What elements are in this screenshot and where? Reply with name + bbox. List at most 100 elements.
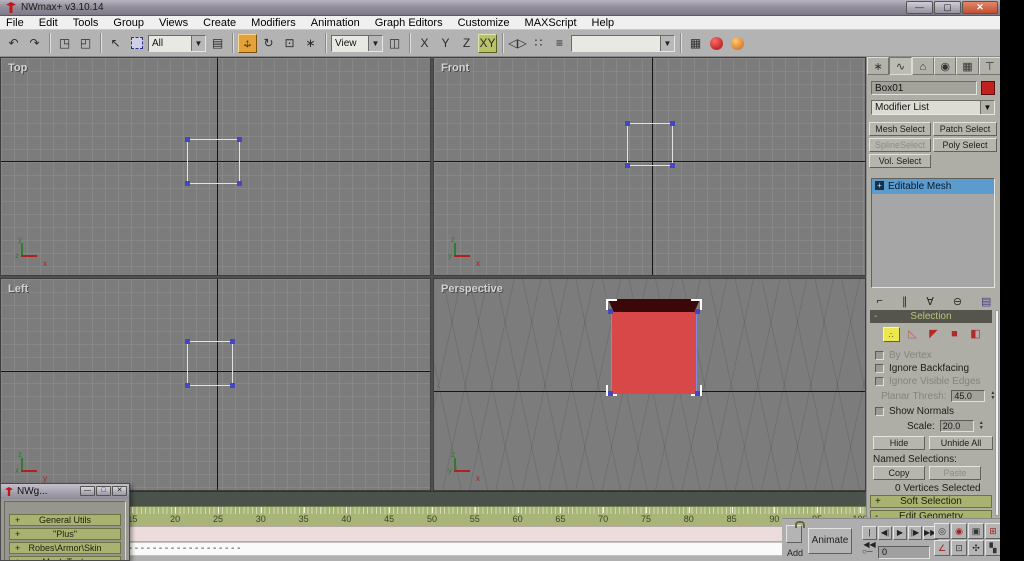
- poly-select-button[interactable]: Poly Select: [933, 138, 997, 152]
- menu-file[interactable]: File: [6, 17, 24, 29]
- box-wireframe[interactable]: [185, 137, 242, 186]
- collapse-icon[interactable]: -: [874, 310, 877, 323]
- modifier-stack[interactable]: + Editable Mesh: [871, 178, 995, 288]
- quick-render-icon[interactable]: [728, 33, 747, 53]
- maximize-button[interactable]: ▢: [934, 1, 961, 14]
- menu-views[interactable]: Views: [159, 17, 188, 29]
- select-by-name-icon[interactable]: ▤: [208, 33, 227, 53]
- vertex-dot[interactable]: [185, 137, 190, 142]
- select-and-manipulate-icon[interactable]: ∗: [301, 33, 320, 53]
- expand-icon[interactable]: +: [15, 557, 20, 560]
- ignore-backfacing-checkbox-row[interactable]: Ignore Backfacing: [875, 363, 969, 374]
- edit-geometry-rollout-header[interactable]: - Edit Geometry: [870, 510, 992, 518]
- vertex-dot[interactable]: [237, 137, 242, 142]
- restrict-x-button[interactable]: X: [415, 33, 434, 53]
- menu-modifiers[interactable]: Modifiers: [251, 17, 296, 29]
- nwgmax-rollout-general-utils[interactable]: + General Utils: [9, 514, 121, 526]
- vol-select-button[interactable]: Vol. Select: [869, 154, 931, 168]
- vertex-dot[interactable]: [230, 383, 235, 388]
- menu-maxscript[interactable]: MAXScript: [525, 17, 577, 29]
- region-zoom-icon[interactable]: ⊡: [951, 540, 967, 556]
- selection-lock-icon[interactable]: [786, 525, 802, 543]
- vertex-dot[interactable]: [695, 309, 700, 314]
- field-of-view-icon[interactable]: ∠: [934, 540, 950, 556]
- select-and-rotate-icon[interactable]: ↻: [259, 33, 278, 53]
- menu-group[interactable]: Group: [113, 17, 144, 29]
- vertex-dot[interactable]: [608, 309, 613, 314]
- vertex-dot[interactable]: [625, 163, 630, 168]
- mesh-select-button[interactable]: Mesh Select: [869, 122, 931, 136]
- minimize-button[interactable]: —: [906, 1, 933, 14]
- restrict-y-button[interactable]: Y: [436, 33, 455, 53]
- expand-icon[interactable]: +: [15, 529, 20, 539]
- vertex-dot[interactable]: [695, 391, 700, 396]
- zoom-extents-icon[interactable]: ▣: [968, 523, 984, 539]
- viewport-perspective[interactable]: Perspective z x y: [433, 278, 866, 491]
- vertex-dot[interactable]: [185, 383, 190, 388]
- previous-frame-icon[interactable]: ◀|: [878, 526, 892, 540]
- nwgmax-title-bar[interactable]: NWg... — □ ✕: [1, 484, 129, 499]
- subobject-element-icon[interactable]: ◧: [967, 327, 984, 342]
- patch-select-button[interactable]: Patch Select: [933, 122, 997, 136]
- nwgmax-close-button[interactable]: ✕: [112, 486, 127, 496]
- mirror-icon[interactable]: ◁▷: [508, 33, 527, 53]
- add-time-tag[interactable]: Add: [787, 548, 803, 558]
- box-shaded[interactable]: [606, 299, 702, 396]
- menu-create[interactable]: Create: [203, 17, 236, 29]
- subobject-edge-icon[interactable]: ◺: [904, 327, 921, 342]
- vertex-dot[interactable]: [237, 181, 242, 186]
- make-unique-icon[interactable]: ∀: [926, 295, 934, 308]
- restrict-xy-plane-button[interactable]: XY: [478, 33, 497, 53]
- select-and-link-icon[interactable]: ◳: [55, 33, 74, 53]
- redo-icon[interactable]: ↷: [25, 33, 44, 53]
- vertex-dot[interactable]: [670, 163, 675, 168]
- zoom-all-icon[interactable]: ◉: [951, 523, 967, 539]
- copy-button[interactable]: Copy: [873, 466, 925, 480]
- viewport-front[interactable]: Front z x y: [433, 57, 866, 276]
- select-object-icon[interactable]: ↖: [106, 33, 125, 53]
- box-wireframe[interactable]: [185, 339, 235, 388]
- vertex-dot[interactable]: [608, 391, 613, 396]
- show-normals-checkbox-row[interactable]: Show Normals: [875, 406, 954, 417]
- expand-icon[interactable]: +: [15, 543, 20, 553]
- vertex-dot[interactable]: [185, 339, 190, 344]
- nwgmax-maximize-button[interactable]: □: [96, 486, 111, 496]
- soft-selection-rollout-header[interactable]: + Soft Selection: [870, 495, 992, 508]
- menu-graph-editors[interactable]: Graph Editors: [375, 17, 443, 29]
- selection-rollout-header[interactable]: - Selection: [870, 310, 992, 323]
- pin-stack-icon[interactable]: ⌐: [876, 295, 882, 307]
- box-wireframe[interactable]: [625, 121, 675, 168]
- tab-create-icon[interactable]: ∗: [867, 57, 890, 75]
- object-color-swatch[interactable]: [981, 81, 995, 95]
- menu-help[interactable]: Help: [592, 17, 615, 29]
- expand-icon[interactable]: +: [875, 496, 881, 507]
- track-view-icon[interactable]: ▦: [686, 33, 705, 53]
- tab-motion-icon[interactable]: ◉: [933, 57, 957, 75]
- checkbox[interactable]: [875, 364, 884, 373]
- menu-edit[interactable]: Edit: [39, 17, 58, 29]
- subobject-vertex-icon[interactable]: ∴: [883, 327, 900, 342]
- configure-modifier-sets-icon[interactable]: ▤: [981, 295, 991, 308]
- select-and-scale-icon[interactable]: ⊡: [280, 33, 299, 53]
- collapse-icon[interactable]: -: [875, 511, 878, 518]
- tab-modify-icon[interactable]: ∿: [889, 57, 912, 75]
- viewport-top[interactable]: Top y x z: [0, 57, 431, 276]
- scale-field[interactable]: 20.0: [939, 420, 974, 432]
- key-mode-icon[interactable]: ○─: [862, 547, 874, 557]
- menu-animation[interactable]: Animation: [311, 17, 360, 29]
- align-icon[interactable]: ≡: [550, 33, 569, 53]
- rectangular-selection-region-icon[interactable]: [127, 33, 146, 53]
- play-animation-icon[interactable]: ▶: [893, 526, 907, 540]
- undo-icon[interactable]: ↶: [4, 33, 23, 53]
- checkbox[interactable]: [875, 407, 884, 416]
- restrict-z-button[interactable]: Z: [457, 33, 476, 53]
- unhide-all-button[interactable]: Unhide All: [929, 436, 993, 450]
- zoom-icon[interactable]: ◎: [934, 523, 950, 539]
- subobject-polygon-icon[interactable]: ■: [946, 327, 963, 342]
- tab-hierarchy-icon[interactable]: ⌂: [911, 57, 934, 75]
- next-frame-icon[interactable]: |▶: [908, 526, 922, 540]
- object-name-field[interactable]: Box01: [871, 81, 977, 95]
- go-to-start-icon[interactable]: |◀◀: [862, 526, 877, 549]
- vertex-dot[interactable]: [670, 121, 675, 126]
- selection-filter-dropdown[interactable]: All ▼: [148, 34, 206, 52]
